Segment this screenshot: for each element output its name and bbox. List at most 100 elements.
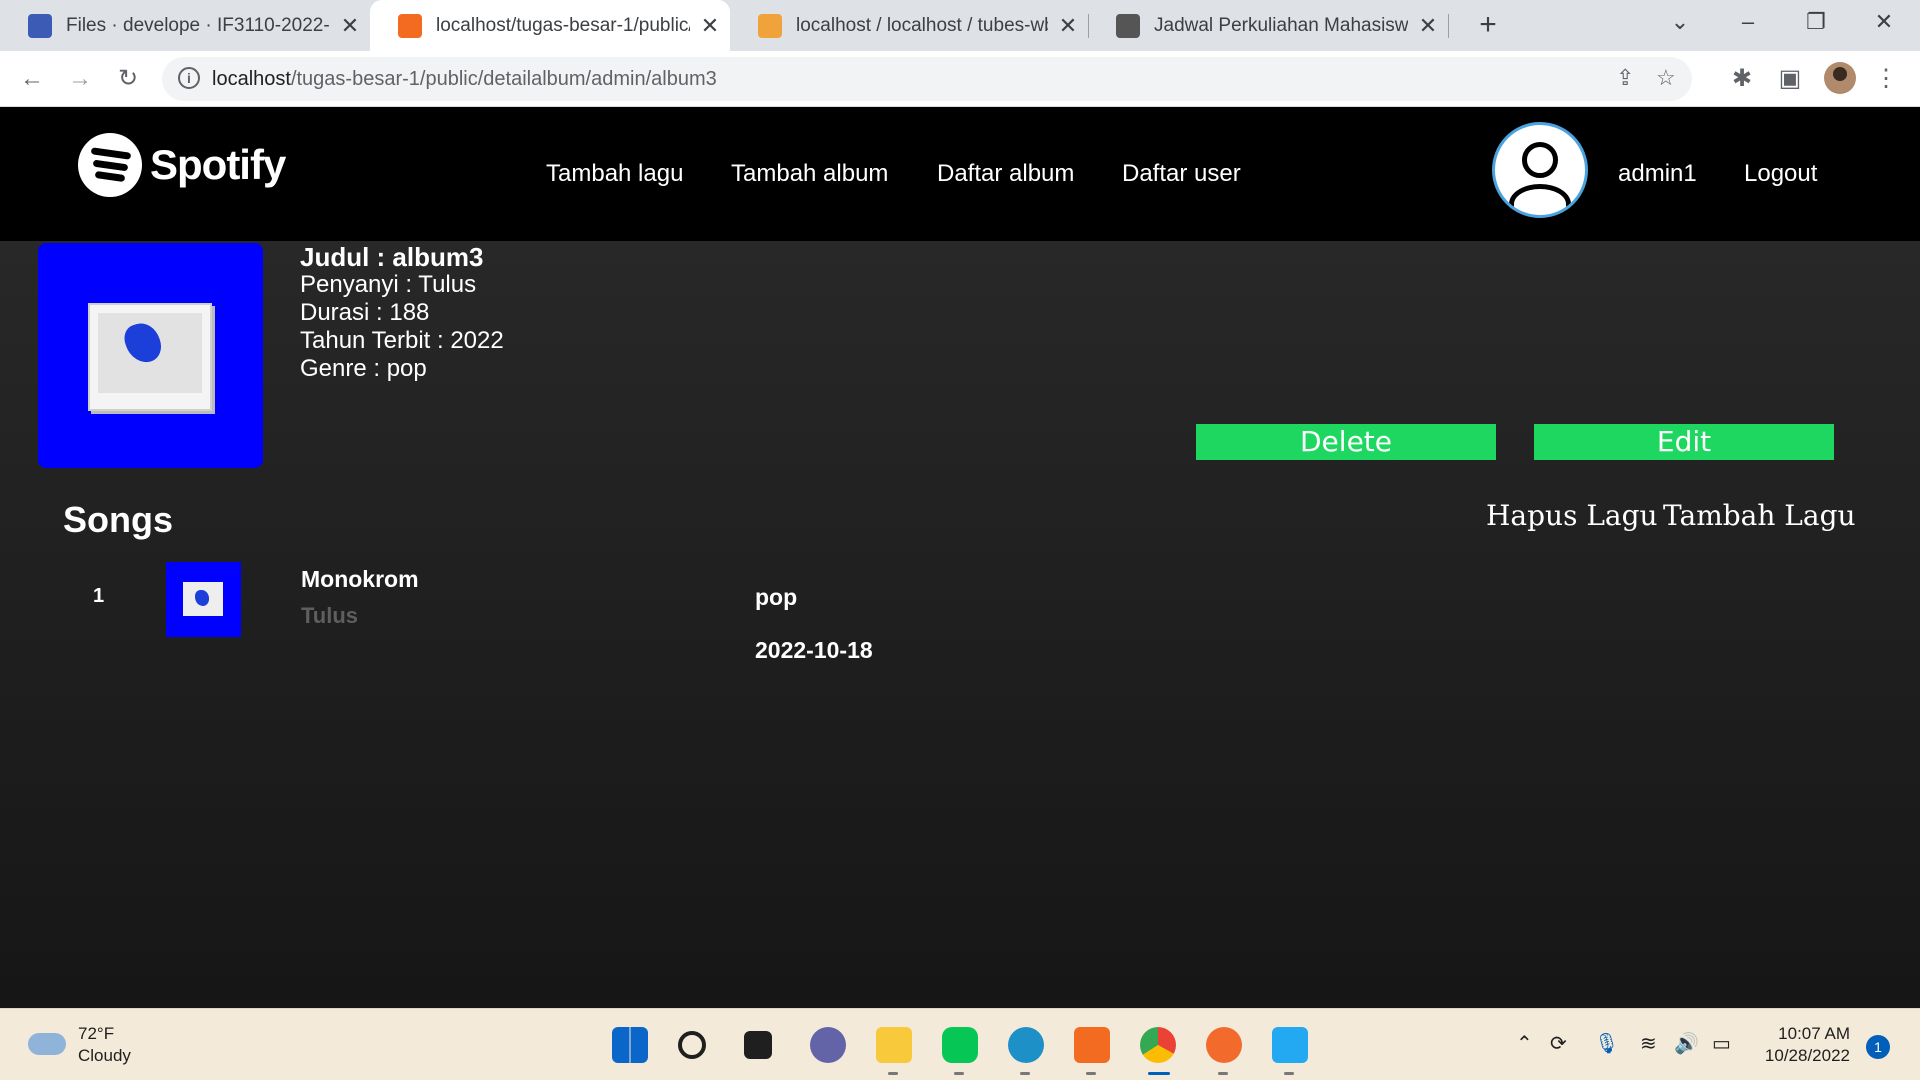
- close-tab-icon[interactable]: ✕: [1048, 13, 1088, 39]
- album-cover: [38, 243, 263, 468]
- file-explorer-icon[interactable]: [876, 1027, 912, 1063]
- song-cover-image: [166, 562, 241, 637]
- logout-link[interactable]: Logout: [1744, 160, 1817, 188]
- menu-icon[interactable]: ⋮: [1866, 59, 1906, 99]
- weather-widget[interactable]: 72°F Cloudy: [28, 1023, 131, 1067]
- chrome-icon[interactable]: [1140, 1027, 1176, 1063]
- forward-icon[interactable]: →: [60, 59, 100, 99]
- delete-album-button[interactable]: Delete: [1196, 424, 1496, 460]
- show-hidden-icons-icon[interactable]: ⌃: [1516, 1031, 1533, 1056]
- running-indicator: [1020, 1072, 1030, 1075]
- logo-text: Spotify: [150, 141, 286, 188]
- sync-icon[interactable]: ⟳: [1550, 1031, 1567, 1056]
- top-navbar: Spotify Tambah lagu Tambah album Daftar …: [0, 107, 1920, 241]
- reload-icon[interactable]: ↻: [108, 59, 148, 99]
- side-panel-icon[interactable]: ▣: [1770, 59, 1810, 99]
- postman-icon[interactable]: [1206, 1027, 1242, 1063]
- tab-separator: [1448, 14, 1449, 38]
- new-tab-icon[interactable]: +: [1468, 6, 1508, 46]
- close-tab-icon[interactable]: ✕: [1408, 13, 1448, 39]
- minimize-icon[interactable]: –: [1720, 0, 1776, 44]
- nav-tambah-lagu[interactable]: Tambah lagu: [546, 160, 683, 188]
- nav-daftar-user[interactable]: Daftar user: [1122, 160, 1241, 188]
- album-singer: Penyanyi : Tulus: [300, 271, 477, 298]
- bookmark-star-icon[interactable]: ☆: [1656, 65, 1676, 91]
- restore-icon[interactable]: ❐: [1788, 0, 1844, 44]
- song-genre: pop: [755, 584, 798, 610]
- clock-time: 10:07 AM: [1778, 1024, 1850, 1043]
- wifi-icon[interactable]: ≋: [1640, 1031, 1657, 1056]
- close-tab-icon[interactable]: ✕: [690, 13, 730, 39]
- song-date: 2022-10-18: [755, 637, 873, 663]
- running-indicator: [1086, 1072, 1096, 1075]
- album-art-image: [88, 303, 212, 411]
- browser-tab-active[interactable]: localhost/tugas-besar-1/public/d ✕: [370, 0, 730, 51]
- song-number: 1: [93, 585, 105, 607]
- tab-title: localhost/tugas-besar-1/public/d: [436, 14, 690, 36]
- close-window-icon[interactable]: ✕: [1856, 0, 1912, 44]
- tambah-lagu-link[interactable]: Tambah Lagu: [1663, 499, 1856, 532]
- spotify-logo[interactable]: Spotify: [78, 133, 286, 197]
- share-icon[interactable]: ⇪: [1616, 65, 1634, 91]
- system-clock[interactable]: 10:07 AM 10/28/2022: [1758, 1023, 1850, 1067]
- url-host: localhost: [212, 68, 291, 90]
- profile-avatar-icon[interactable]: [1824, 62, 1856, 94]
- album-genre: Genre : pop: [300, 355, 427, 382]
- running-indicator: [1284, 1072, 1294, 1075]
- search-icon[interactable]: [678, 1031, 706, 1059]
- album-info: Judul : album3 Penyanyi : Tulus Durasi :…: [300, 243, 504, 383]
- xampp-icon: [398, 13, 422, 38]
- browser-tab-jadwal[interactable]: Jadwal Perkuliahan Mahasiswa | S ✕: [1088, 0, 1448, 51]
- username-label: admin1: [1618, 160, 1697, 187]
- nav-daftar-album[interactable]: Daftar album: [937, 160, 1074, 188]
- task-view-icon[interactable]: [744, 1031, 772, 1059]
- tab-title: localhost / localhost / tubes-wbd: [796, 14, 1048, 36]
- album-year: Tahun Terbit : 2022: [300, 327, 504, 354]
- tab-title: Files · develope · IF3110-2022-K0: [66, 14, 330, 36]
- back-icon[interactable]: ←: [12, 59, 52, 99]
- url-text: localhost/tugas-besar-1/public/detailalb…: [212, 68, 717, 91]
- tab-title: Jadwal Perkuliahan Mahasiswa | S: [1154, 14, 1408, 36]
- line-app-icon[interactable]: [942, 1027, 978, 1063]
- windows-start-icon[interactable]: [612, 1027, 648, 1063]
- battery-icon[interactable]: ▭: [1712, 1031, 1731, 1056]
- spotify-logo-icon: [78, 133, 142, 197]
- close-tab-icon[interactable]: ✕: [330, 13, 370, 39]
- user-avatar-icon[interactable]: [1492, 122, 1588, 218]
- address-bar[interactable]: i localhost/tugas-besar-1/public/detaila…: [162, 57, 1692, 101]
- windows-taskbar: 72°F Cloudy ⌃ ⟳ 🎙 ≋ 🔊 ▭ 10:07 AM 10/28/2…: [0, 1008, 1920, 1080]
- campus-icon: [1116, 13, 1140, 38]
- album-title: Judul : album3: [300, 242, 484, 272]
- running-indicator: [888, 1072, 898, 1075]
- volume-icon[interactable]: 🔊: [1674, 1031, 1699, 1056]
- chat-icon[interactable]: [810, 1027, 846, 1063]
- url-path: /tugas-besar-1/public/detailalbum/admin/…: [290, 68, 717, 90]
- cloud-icon: [28, 1033, 66, 1055]
- weather-temp: 72°F: [78, 1024, 115, 1043]
- browser-toolbar: ← → ↻ i localhost/tugas-besar-1/public/d…: [0, 51, 1920, 107]
- nav-tambah-album[interactable]: Tambah album: [731, 160, 888, 188]
- clock-date: 10/28/2022: [1764, 1046, 1850, 1065]
- site-info-icon[interactable]: i: [178, 67, 200, 89]
- running-indicator: [954, 1072, 964, 1075]
- hapus-lagu-link[interactable]: Hapus Lagu: [1486, 499, 1658, 532]
- active-indicator: [1148, 1072, 1170, 1075]
- microphone-icon[interactable]: 🎙: [1594, 1031, 1619, 1056]
- tab-search-icon[interactable]: ⌄: [1652, 0, 1708, 44]
- extensions-icon[interactable]: ✱: [1722, 59, 1762, 99]
- song-title: Monokrom: [301, 566, 419, 592]
- song-artist: Tulus: [301, 603, 359, 628]
- weather-desc: Cloudy: [78, 1046, 131, 1065]
- xampp-icon[interactable]: [1074, 1027, 1110, 1063]
- browser-tab-gitlab[interactable]: Files · develope · IF3110-2022-K0 ✕: [0, 0, 370, 51]
- vscode-icon[interactable]: [1272, 1027, 1308, 1063]
- browser-tab-phpmyadmin[interactable]: localhost / localhost / tubes-wbd ✕: [730, 0, 1088, 51]
- tab-strip: Files · develope · IF3110-2022-K0 ✕ loca…: [0, 0, 1920, 51]
- phpmyadmin-icon: [758, 13, 782, 38]
- notification-badge[interactable]: 1: [1866, 1035, 1890, 1059]
- page-content: Spotify Tambah lagu Tambah album Daftar …: [0, 107, 1920, 1008]
- edge-browser-icon[interactable]: [1008, 1027, 1044, 1063]
- edit-album-button[interactable]: Edit: [1534, 424, 1834, 460]
- album-duration: Durasi : 188: [300, 299, 430, 326]
- gitlab-icon: [28, 13, 52, 38]
